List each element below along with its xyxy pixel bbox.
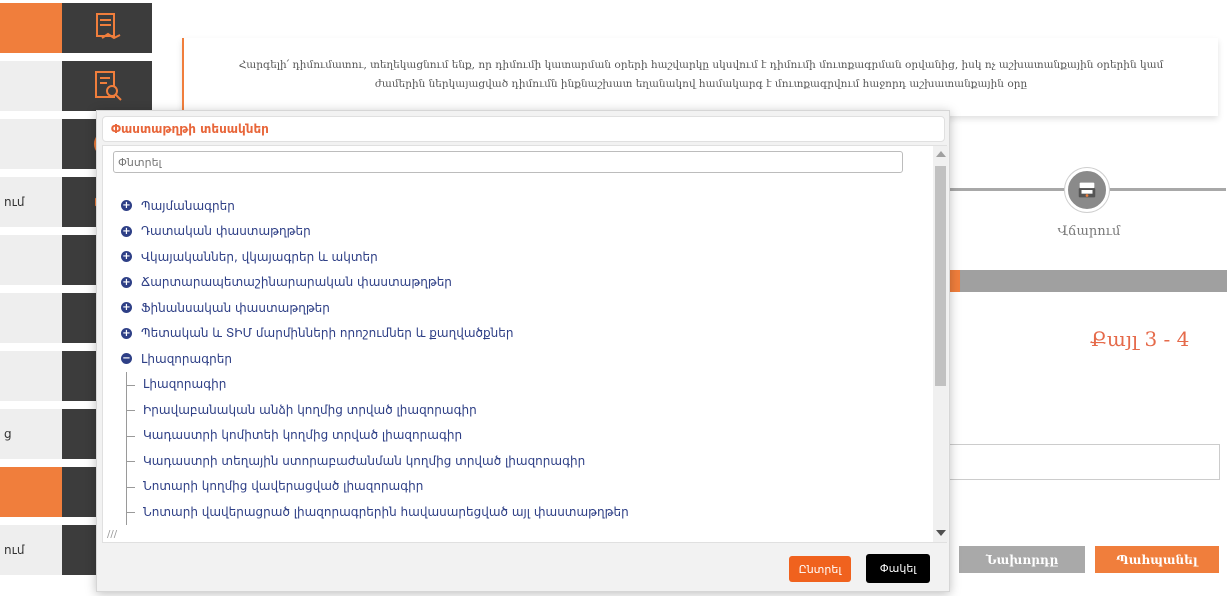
- tree-leaf-label: Իրավաբանական անձի կողմից տրված լիազորագի…: [143, 402, 477, 417]
- previous-button[interactable]: Նախորդը: [959, 546, 1085, 573]
- tree-leaf[interactable]: Կադաստրի տեղային ստորաբաժանման կողմից տր…: [121, 448, 921, 474]
- sidebar-item-label: [0, 293, 62, 343]
- tree-category[interactable]: + Պետական և ՏԻՄ մարմինների որոշումներ և …: [121, 321, 921, 347]
- close-button[interactable]: Փակել: [866, 554, 930, 583]
- tree-leaf-label: Կադաստրի տեղային ստորաբաժանման կողմից տր…: [143, 453, 586, 468]
- step-count: Քայլ 3 - 4: [1090, 327, 1190, 351]
- tree-category-label: Դատական փաստաթղթեր: [141, 224, 311, 239]
- tree-category-label: Լիազորագրեր: [141, 351, 232, 366]
- document-type-tree: + Պայմանագրեր + Դատական փաստաթղթեր + Վկա…: [121, 193, 921, 525]
- expand-icon[interactable]: +: [121, 251, 132, 263]
- expand-icon[interactable]: +: [121, 302, 132, 314]
- background-input[interactable]: [944, 444, 1220, 480]
- sidebar-item-1[interactable]: [0, 3, 152, 53]
- notice-box: Հարգելի՛ դիմումատու, տեղեկացնում ենք, որ…: [182, 38, 1218, 116]
- tree-leaf[interactable]: Նոտարի կողմից վավերացված լիազորագիր: [121, 473, 921, 500]
- sidebar-item-label: [0, 351, 62, 401]
- sidebar-item-label: [0, 61, 62, 111]
- sidebar-item-2[interactable]: [0, 61, 152, 111]
- tree-leaf[interactable]: Իրավաբանական անձի կողմից տրված լիազորագի…: [121, 397, 921, 423]
- sidebar-item-label: [0, 119, 62, 169]
- expand-icon[interactable]: +: [121, 327, 132, 339]
- tree-category[interactable]: + Պայմանագրեր: [121, 193, 921, 219]
- tree-category-label: Վկայականներ, վկայագրեր և ակտեր: [141, 249, 378, 264]
- sidebar-item-label: ց: [0, 409, 62, 459]
- tree-category[interactable]: + Ճարտարապետաշինարարական փաստաթղթեր: [121, 270, 921, 296]
- select-button[interactable]: Ընտրել: [789, 556, 851, 582]
- payment-terminal-icon: [1065, 168, 1109, 212]
- tree-category-label: Պայմանագրեր: [141, 198, 235, 213]
- expand-icon[interactable]: +: [121, 200, 132, 212]
- document-handshake-icon: [62, 3, 152, 53]
- scrollbar[interactable]: [933, 146, 948, 542]
- notice-text: Հարգելի՛ դիմումատու, տեղեկացնում ենք, որ…: [238, 59, 1164, 90]
- scroll-thumb[interactable]: [935, 166, 946, 386]
- modal-footer: Ընտրել Փակել: [102, 547, 947, 589]
- search-input[interactable]: [113, 151, 903, 173]
- step-label: Վճարում: [1057, 224, 1121, 239]
- tree-leaf[interactable]: Լիազորագիր: [121, 371, 921, 398]
- collapse-icon[interactable]: −: [121, 353, 132, 365]
- save-button[interactable]: Պահպանել: [1095, 546, 1219, 573]
- expand-icon[interactable]: +: [121, 225, 132, 237]
- sidebar-item-label: [0, 467, 62, 517]
- modal-body: + Պայմանագրեր + Դատական փաստաթղթեր + Վկա…: [102, 145, 948, 543]
- sidebar-item-label: ում: [0, 177, 62, 227]
- page: ում ց ում Հարգելի՛ դիմումատու, տեղեկացնո…: [0, 0, 1227, 596]
- tree-leaf[interactable]: Նոտարի վավերացրած լիազորագրերին հավասարե…: [121, 499, 921, 525]
- tree-leaf-label: Նոտարի կողմից վավերացված լիազորագիր: [143, 479, 424, 494]
- tree-category-label: Ճարտարապետաշինարարական փաստաթղթեր: [141, 275, 452, 290]
- document-search-icon: [62, 61, 152, 111]
- scroll-down-icon[interactable]: [936, 530, 946, 536]
- expand-icon[interactable]: +: [121, 276, 132, 288]
- resize-handle-icon[interactable]: ///: [107, 529, 117, 540]
- tree-leaf-label: Լիազորագիր: [143, 377, 227, 392]
- modal-title: Փաստաթղթի տեսակներ: [102, 116, 945, 142]
- tree-category[interactable]: + Վկայականներ, վկայագրեր և ակտեր: [121, 244, 921, 270]
- scroll-up-icon[interactable]: [936, 151, 946, 157]
- tree-leaf[interactable]: Կադաստրի կոմիտեի կողմից տրված լիազորագիր: [121, 422, 921, 449]
- tree-category-label: Ֆինանսական փաստաթղթեր: [141, 300, 330, 315]
- tree-category-expanded[interactable]: − Լիազորագրեր: [121, 346, 921, 372]
- progress-bar: [946, 270, 1227, 292]
- tree-category[interactable]: + Դատական փաստաթղթեր: [121, 219, 921, 245]
- sidebar-item-label: [0, 3, 62, 53]
- tree-category-label: Պետական և ՏԻՄ մարմինների որոշումներ և քա…: [141, 326, 514, 341]
- sidebar-item-label: [0, 235, 62, 285]
- tree-category[interactable]: + Ֆինանսական փաստաթղթեր: [121, 295, 921, 321]
- document-types-modal: Փաստաթղթի տեսակներ + Պայմանագրեր + Դատակ…: [96, 110, 950, 592]
- tree-leaf-label: Կադաստրի կոմիտեի կողմից տրված լիազորագիր: [143, 428, 463, 443]
- tree-leaf-label: Նոտարի վավերացրած լիազորագրերին հավասարե…: [143, 504, 629, 519]
- sidebar-item-label: ում: [0, 525, 62, 575]
